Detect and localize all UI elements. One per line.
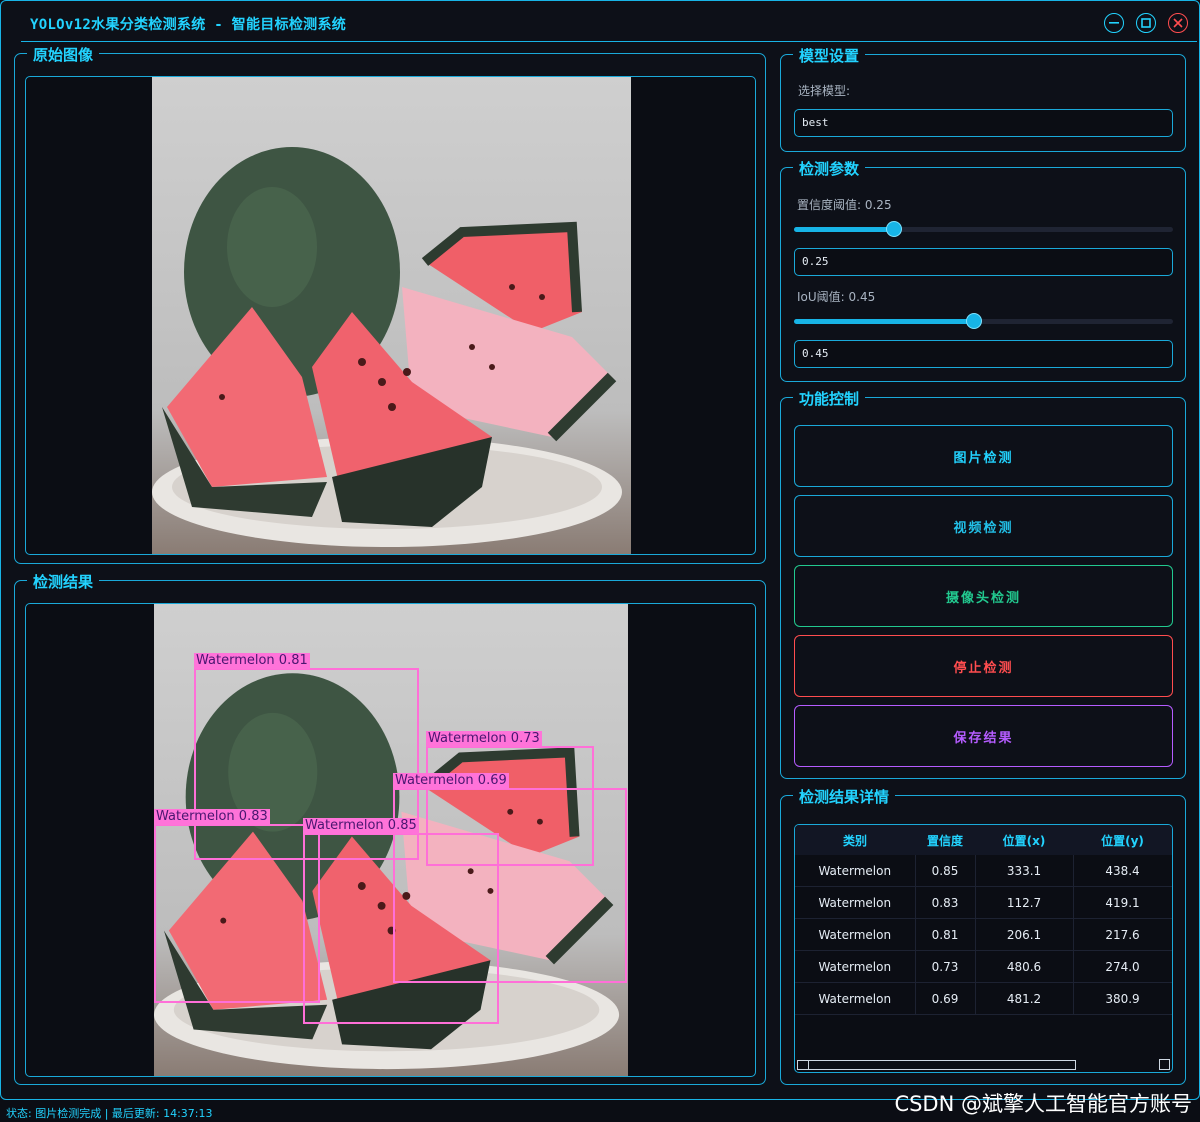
cell-y: 419.1 (1073, 886, 1172, 919)
cell-x: 206.1 (975, 918, 1074, 951)
confidence-input[interactable]: 0.25 (794, 248, 1173, 276)
detection-result-panel: 检测结果 Watermelon 0.81 Watermelon 0.73 Wat… (14, 571, 766, 1085)
column-header-y[interactable]: 位置(y) (1073, 825, 1172, 855)
model-select[interactable]: best (794, 109, 1173, 137)
maximize-icon[interactable] (1136, 13, 1156, 33)
cell-class: Watermelon (795, 886, 916, 919)
result-image-area: Watermelon 0.81 Watermelon 0.73 Watermel… (154, 604, 628, 1076)
cell-class: Watermelon (795, 918, 916, 951)
model-settings-panel: 模型设置 (780, 45, 1186, 152)
detection-params-title: 检测参数 (793, 158, 866, 179)
iou-slider-fill (794, 319, 974, 324)
iou-slider-thumb[interactable] (965, 313, 982, 329)
table-row[interactable]: Watermelon 0.85 333.1 438.4 (795, 855, 1172, 887)
original-image-viewport (25, 76, 756, 555)
cell-x: 112.7 (975, 886, 1074, 919)
cell-y: 438.4 (1073, 855, 1172, 887)
cell-confidence: 0.81 (915, 918, 976, 951)
column-header-x[interactable]: 位置(x) (975, 825, 1073, 855)
result-image-viewport: Watermelon 0.81 Watermelon 0.73 Watermel… (25, 603, 756, 1077)
confidence-threshold-label: 置信度阈值: 0.25 (797, 198, 892, 212)
original-image-title: 原始图像 (27, 44, 100, 65)
table-header-row: 类别 置信度 位置(x) 位置(y) (795, 825, 1172, 855)
function-control-title: 功能控制 (793, 388, 866, 409)
column-header-class[interactable]: 类别 (795, 825, 915, 855)
close-icon[interactable] (1168, 13, 1188, 33)
horizontal-scrollbar[interactable] (797, 1060, 1076, 1070)
confidence-slider[interactable] (794, 221, 1173, 237)
model-settings-title: 模型设置 (793, 45, 866, 66)
cell-confidence: 0.85 (915, 855, 976, 887)
detection-label: Watermelon 0.73 (426, 731, 542, 747)
cell-x: 480.6 (975, 950, 1074, 983)
detection-result-title: 检测结果 (27, 571, 100, 592)
cell-confidence: 0.83 (915, 886, 976, 919)
cell-class: Watermelon (795, 950, 916, 983)
detection-box: Watermelon 0.83 (154, 809, 320, 1003)
title-bar[interactable]: YOLOv12水果分类检测系统 - 智能目标检测系统 (2, 2, 1198, 42)
scrollbar-corner[interactable] (1159, 1059, 1170, 1070)
status-bar: 状态: 图片检测完成 | 最后更新: 14:37:13 (6, 1107, 213, 1120)
detection-label: Watermelon 0.85 (303, 818, 419, 834)
cell-y: 274.0 (1073, 950, 1172, 983)
detection-label: Watermelon 0.83 (154, 809, 270, 825)
cell-x: 333.1 (975, 855, 1074, 887)
iou-slider[interactable] (794, 313, 1173, 329)
cell-x: 481.2 (975, 982, 1074, 1015)
camera-detect-button[interactable]: 摄像头检测 (794, 565, 1173, 627)
original-watermelon-image (152, 77, 631, 554)
minimize-icon[interactable] (1104, 13, 1124, 33)
save-results-button[interactable]: 保存结果 (794, 705, 1173, 767)
confidence-slider-thumb[interactable] (885, 221, 902, 237)
cell-confidence: 0.69 (915, 982, 976, 1015)
cell-class: Watermelon (795, 982, 916, 1015)
original-image-panel: 原始图像 (14, 44, 766, 564)
cell-confidence: 0.73 (915, 950, 976, 983)
detection-label: Watermelon 0.81 (194, 653, 310, 669)
iou-input[interactable]: 0.45 (794, 340, 1173, 368)
results-table-container: 类别 置信度 位置(x) 位置(y) Watermelon 0.85 333.1… (794, 824, 1173, 1073)
title-divider (21, 41, 1197, 42)
detection-label: Watermelon 0.69 (393, 773, 509, 789)
table-row[interactable]: Watermelon 0.69 481.2 380.9 (795, 982, 1172, 1015)
stop-detect-button[interactable]: 停止检测 (794, 635, 1173, 697)
window-title: YOLOv12水果分类检测系统 - 智能目标检测系统 (30, 17, 347, 33)
watermark: CSDN @斌擎人工智能官方账号 (894, 1092, 1192, 1116)
table-row[interactable]: Watermelon 0.81 206.1 217.6 (795, 918, 1172, 951)
confidence-slider-fill (794, 227, 894, 232)
video-detect-button[interactable]: 视频检测 (794, 495, 1173, 557)
cell-class: Watermelon (795, 855, 916, 887)
iou-threshold-label: IoU阈值: 0.45 (797, 290, 876, 304)
column-header-confidence[interactable]: 置信度 (915, 825, 975, 855)
results-detail-title: 检测结果详情 (793, 786, 896, 807)
cell-y: 217.6 (1073, 918, 1172, 951)
select-model-label: 选择模型: (798, 84, 851, 98)
detection-box: Watermelon 0.85 (303, 818, 499, 1024)
table-row[interactable]: Watermelon 0.83 112.7 419.1 (795, 886, 1172, 919)
scrollbar-left-arrow[interactable] (798, 1061, 809, 1069)
table-row[interactable]: Watermelon 0.73 480.6 274.0 (795, 950, 1172, 983)
results-table: 类别 置信度 位置(x) 位置(y) Watermelon 0.85 333.1… (795, 825, 1172, 1015)
cell-y: 380.9 (1073, 982, 1172, 1015)
image-detect-button[interactable]: 图片检测 (794, 425, 1173, 487)
